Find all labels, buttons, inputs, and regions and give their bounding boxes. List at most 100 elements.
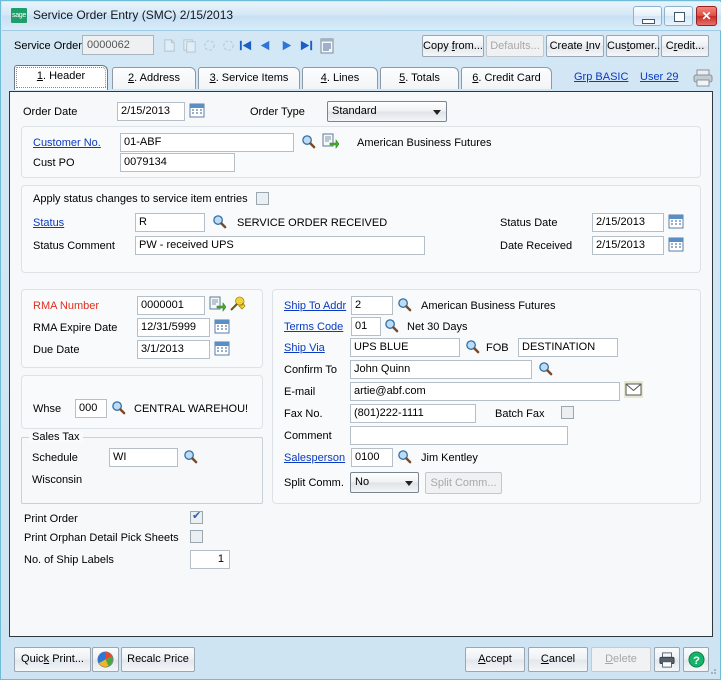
resize-grip[interactable] (707, 665, 717, 675)
fob-input[interactable]: DESTINATION (518, 338, 618, 357)
status-lookup-icon[interactable] (212, 214, 227, 229)
print-order-label: Print Order (24, 513, 78, 525)
fob-label: FOB (486, 342, 509, 354)
customer-box: Customer No. 01-ABF American Business Fu… (21, 126, 701, 178)
rma-number-input[interactable]: 0000001 (137, 296, 205, 315)
rma-expire-calendar-icon[interactable] (214, 318, 230, 334)
customer-drilldown-icon[interactable] (322, 133, 339, 149)
ship-via-input[interactable]: UPS BLUE (350, 338, 460, 357)
split-comm-select[interactable]: No (350, 472, 419, 493)
date-received-calendar-icon[interactable] (668, 236, 684, 252)
envelope-icon[interactable] (624, 381, 643, 398)
ship-labels-input[interactable]: 1 (190, 550, 230, 569)
email-input[interactable]: artie@abf.com (350, 382, 620, 401)
header-tab-panel: Order Date 2/15/2013 Order Type Standard… (9, 91, 713, 637)
print-preview-button[interactable] (92, 647, 119, 672)
due-date-input[interactable]: 3/1/2013 (137, 340, 210, 359)
status-date-calendar-icon[interactable] (668, 213, 684, 229)
last-record-icon[interactable] (299, 38, 314, 53)
minimize-button[interactable] (633, 6, 662, 26)
print-order-checkbox[interactable] (190, 511, 203, 524)
tab-credit-card[interactable]: 6. Credit Card (461, 67, 552, 89)
close-button[interactable]: ✕ (696, 6, 717, 26)
customer-no-link[interactable]: Customer No. (33, 137, 101, 149)
recalc-price-button[interactable]: Recalc Price (121, 647, 195, 672)
order-type-label: Order Type (250, 106, 305, 118)
ship-to-addr-link[interactable]: Ship To Addr (284, 300, 346, 312)
cust-po-input[interactable]: 0079134 (120, 153, 235, 172)
service-order-number-field[interactable]: 0000062 (82, 35, 154, 55)
status-input[interactable]: R (135, 213, 205, 232)
terms-code-lookup-icon[interactable] (384, 318, 399, 333)
previous-record-icon[interactable] (258, 38, 273, 53)
ship-to-name-text: American Business Futures (421, 300, 556, 312)
rma-expire-input[interactable]: 12/31/5999 (137, 318, 210, 337)
ship-to-addr-input[interactable]: 2 (351, 296, 393, 315)
salesperson-input[interactable]: 0100 (351, 448, 393, 467)
salesperson-lookup-icon[interactable] (397, 449, 412, 464)
customer-no-input[interactable]: 01-ABF (120, 133, 294, 152)
create-inv-button[interactable]: Create Inv (546, 35, 604, 57)
group-link[interactable]: Grp BASIC (574, 71, 628, 83)
apply-status-checkbox[interactable] (256, 192, 269, 205)
calendar-icon[interactable] (189, 102, 205, 118)
terms-code-link[interactable]: Terms Code (284, 321, 343, 333)
order-date-input[interactable]: 2/15/2013 (117, 102, 185, 121)
due-date-calendar-icon[interactable] (214, 340, 230, 356)
maximize-button[interactable] (664, 6, 693, 26)
fax-input[interactable]: (801)222-1111 (350, 404, 476, 423)
svg-text:?: ? (693, 655, 700, 667)
status-date-input[interactable]: 2/15/2013 (592, 213, 664, 232)
print-button[interactable] (654, 647, 680, 672)
customer-lookup-icon[interactable] (301, 134, 316, 149)
status-comment-input[interactable]: PW - received UPS (135, 236, 425, 255)
printer-icon[interactable] (693, 69, 713, 87)
whse-input[interactable]: 000 (75, 399, 107, 418)
customer-button[interactable]: Customer... (606, 35, 659, 57)
credit-button[interactable]: Credit... (661, 35, 709, 57)
tab-header[interactable]: 1. Header (14, 65, 108, 90)
maximize-icon (674, 12, 685, 22)
delete-button: Delete (591, 647, 651, 672)
date-received-input[interactable]: 2/15/2013 (592, 236, 664, 255)
tax-schedule-input[interactable]: WI (109, 448, 178, 467)
order-type-select[interactable]: Standard (327, 101, 447, 122)
accept-button[interactable]: Accept (465, 647, 525, 672)
status-description-text: SERVICE ORDER RECEIVED (237, 217, 387, 229)
ship-to-addr-lookup-icon[interactable] (397, 297, 412, 312)
comment-input[interactable] (350, 426, 568, 445)
user-link[interactable]: User 29 (640, 71, 679, 83)
copy-from-button[interactable]: Copy from... (422, 35, 484, 57)
tab-lines[interactable]: 4. Lines (302, 67, 378, 89)
confirm-to-input[interactable]: John Quinn (350, 360, 532, 379)
date-received-label: Date Received (500, 240, 572, 252)
undo-icon (221, 38, 236, 53)
whse-lookup-icon[interactable] (111, 400, 126, 415)
close-icon: ✕ (697, 7, 716, 25)
salesperson-link[interactable]: Salesperson (284, 452, 345, 464)
list-lookup-icon[interactable] (320, 38, 334, 54)
ship-via-lookup-icon[interactable] (465, 339, 480, 354)
help-button[interactable]: ? (683, 647, 709, 672)
batch-fax-checkbox[interactable] (561, 406, 574, 419)
tab-service-items[interactable]: 3. Service Items (198, 67, 300, 89)
rma-wrench-icon[interactable] (229, 296, 246, 312)
copy-record-icon (182, 38, 197, 53)
tax-schedule-lookup-icon[interactable] (183, 449, 198, 464)
ship-via-link[interactable]: Ship Via (284, 342, 325, 354)
quick-print-button[interactable]: Quick Print... (14, 647, 91, 672)
next-record-icon[interactable] (279, 38, 294, 53)
rma-drilldown-icon[interactable] (209, 296, 226, 312)
tab-address[interactable]: 2. Address (112, 67, 196, 89)
terms-code-input[interactable]: 01 (351, 317, 381, 336)
tab-totals[interactable]: 5. Totals (380, 67, 459, 89)
confirm-to-lookup-icon[interactable] (538, 361, 553, 376)
rma-number-label: RMA Number (33, 300, 99, 312)
print-preview-icon (97, 651, 114, 668)
first-record-icon[interactable] (238, 38, 253, 53)
record-toolbar: Service Order 0000062 (2, 31, 721, 63)
printer-icon (659, 652, 675, 668)
status-link[interactable]: Status (33, 217, 64, 229)
print-orphan-checkbox[interactable] (190, 530, 203, 543)
cancel-button[interactable]: Cancel (528, 647, 588, 672)
